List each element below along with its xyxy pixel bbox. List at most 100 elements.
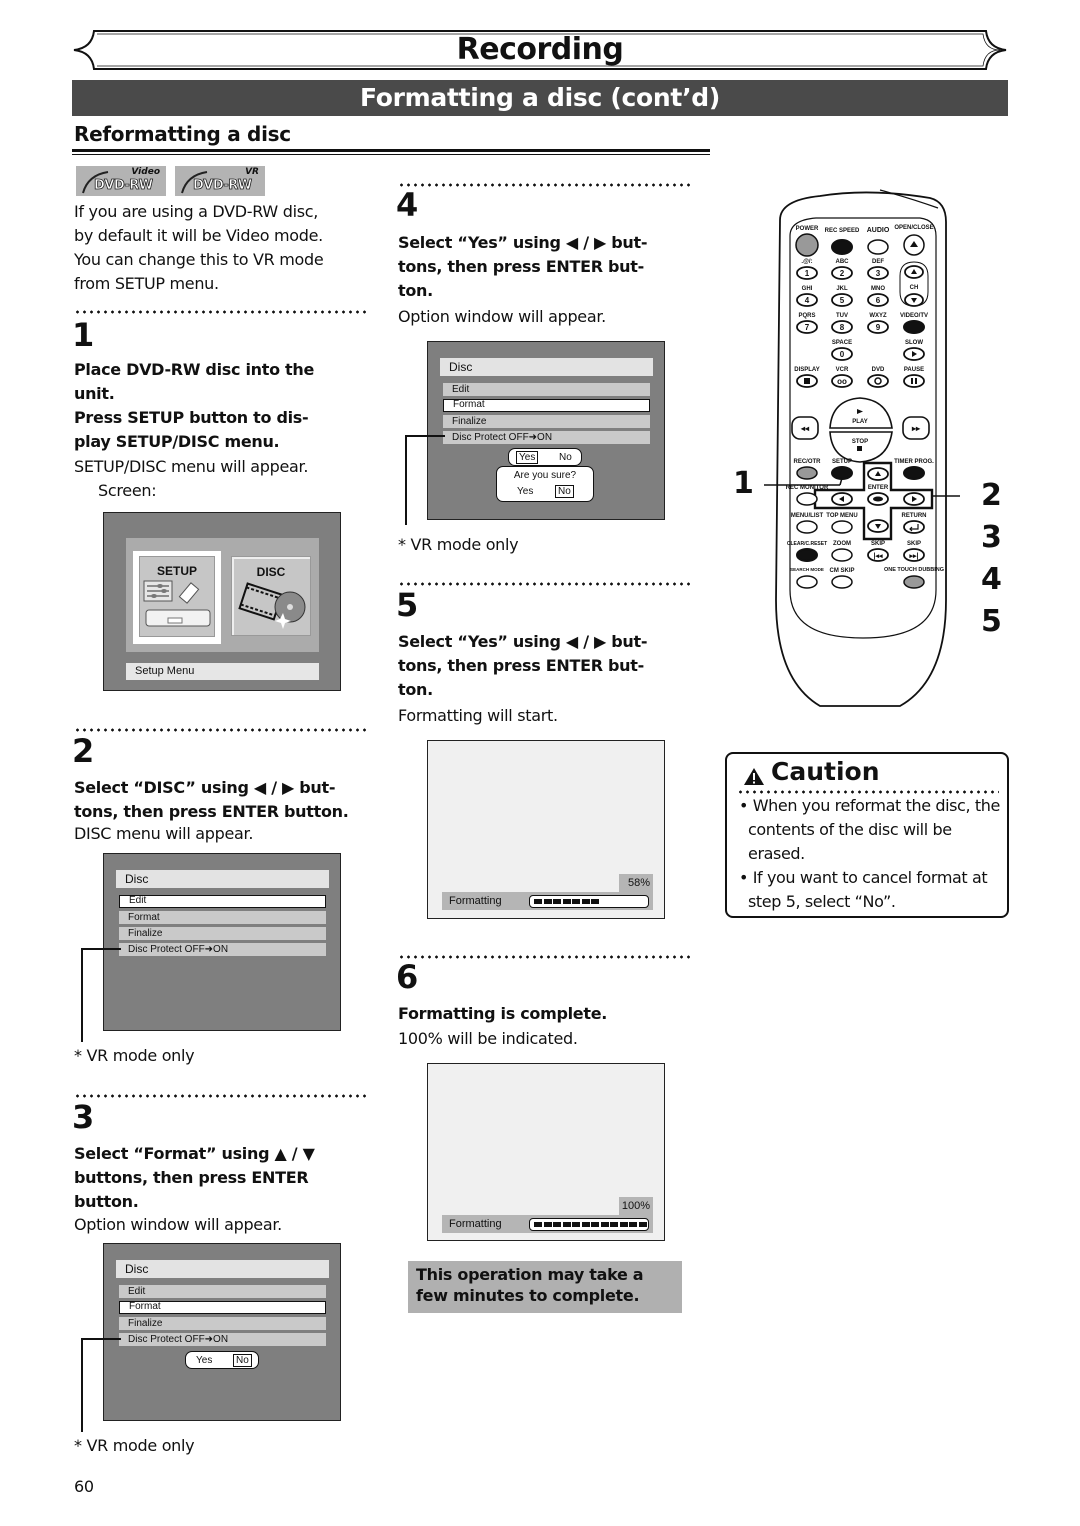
menu-item-finalize[interactable]: Finalize <box>119 1317 326 1330</box>
progress-segment <box>543 899 552 904</box>
menu-item-disc-protect[interactable]: Disc Protect OFF➜ON <box>119 1333 326 1346</box>
confirm-no-selected[interactable]: No <box>555 485 574 498</box>
menu-item-finalize[interactable]: Finalize <box>119 927 326 940</box>
progress-segment <box>572 1222 580 1227</box>
step-5-instructions: Select “Yes” using ◀ / ▶ but- tons, then… <box>398 632 648 699</box>
svg-text:5: 5 <box>840 296 845 305</box>
progress-percent: 100% <box>619 1197 653 1215</box>
dvd-button <box>867 374 889 388</box>
svg-text:MNO: MNO <box>871 286 885 292</box>
menu-item-finalize[interactable]: Finalize <box>443 415 650 428</box>
disc-menu-screen-step2: Disc Edit Format Finalize Disc Protect O… <box>103 853 341 1031</box>
search-mode-label: SEARCH MODE <box>790 567 824 572</box>
subheading: Reformatting a disc <box>74 122 291 146</box>
zoom-button <box>831 548 853 562</box>
audio-button <box>867 239 889 255</box>
step-3-footnote: * VR mode only <box>74 1436 195 1455</box>
progress-segment <box>610 1222 618 1227</box>
footnote-leader-line <box>81 948 83 1042</box>
confirm-dialog: Are you sure? Yes No <box>496 466 594 502</box>
chapter-banner: Recording <box>72 28 1008 72</box>
warning-triangle-icon <box>744 768 764 785</box>
svg-text:▸▸|: ▸▸| <box>909 553 919 560</box>
one-touch-dubbing-label: ONE TOUCH DUBBING <box>884 567 944 573</box>
top-menu-button <box>831 520 853 534</box>
disc-menu-screen-step3: Disc Edit Format Finalize Disc Protect O… <box>103 1243 341 1421</box>
svg-text:8: 8 <box>840 323 845 332</box>
step-6-number: 6 <box>396 958 419 996</box>
footnote-leader-line <box>405 435 407 525</box>
menu-item-format[interactable]: Format <box>119 911 326 924</box>
confirm-question: Are you sure? <box>513 470 577 481</box>
dvd-rw-video-logo: Video DVD-RW <box>76 166 166 196</box>
callout-2: 2 <box>981 478 1002 513</box>
power-label: POWER <box>796 226 819 232</box>
step-4-instructions: Select “Yes” using ◀ / ▶ but- tons, then… <box>398 233 648 300</box>
section-title: Formatting a disc (cont’d) <box>72 80 1008 116</box>
duration-note: This operation may take a few minutes to… <box>408 1261 682 1313</box>
cm-skip-button <box>831 575 853 589</box>
progress-track <box>529 1218 649 1231</box>
step-divider <box>398 582 694 586</box>
video-tv-label: VIDEO/TV <box>900 313 928 319</box>
setup-tile[interactable]: SETUP <box>139 556 215 637</box>
footnote-leader-line <box>81 1338 83 1432</box>
svg-text:GHI: GHI <box>802 286 813 292</box>
yes-no-option-window: Yes No <box>508 448 582 466</box>
audio-label: AUDIO <box>867 227 890 234</box>
power-button <box>795 233 819 257</box>
ch-label: CH <box>910 285 919 291</box>
step-divider <box>74 1094 370 1098</box>
disc-tile[interactable]: DISC <box>231 556 311 636</box>
svg-text:▸▸: ▸▸ <box>911 424 921 433</box>
menu-item-disc-protect[interactable]: Disc Protect OFF➜ON <box>119 943 326 956</box>
step-6-result: 100% will be indicated. <box>398 1029 578 1048</box>
progress-segment <box>581 1222 590 1227</box>
chapter-title: Recording <box>456 32 624 67</box>
search-mode-button <box>796 575 818 589</box>
status-bar: Setup Menu <box>126 663 319 680</box>
svg-text:9: 9 <box>876 323 881 332</box>
menu-item-edit[interactable]: Edit <box>119 1285 326 1298</box>
step-1-instructions: Place DVD-RW disc into the unit. Press S… <box>74 360 315 451</box>
progress-bar-panel: Formatting <box>442 1215 653 1233</box>
return-label: RETURN <box>902 513 927 519</box>
menu-item-format[interactable]: Format <box>119 1301 326 1314</box>
disc-menu-title: Disc <box>116 1260 329 1278</box>
progress-segment <box>553 1222 561 1227</box>
step-3-instructions: Select “Format” using ▲ / ▼ buttons, the… <box>74 1144 315 1211</box>
menu-item-format[interactable]: Format <box>443 399 650 412</box>
step-1-result: SETUP/DISC menu will appear. Screen: <box>74 457 309 500</box>
option-no-selected[interactable]: No <box>233 1354 252 1367</box>
step-2-instructions: Select “DISC” using ◀ / ▶ but- tons, the… <box>74 778 349 821</box>
svg-text:0: 0 <box>840 350 845 359</box>
step-2-result: DISC menu will appear. <box>74 824 254 843</box>
menu-item-disc-protect[interactable]: Disc Protect OFF➜ON <box>443 431 650 444</box>
caution-item: • When you reformat the disc, the conten… <box>739 796 1000 863</box>
option-yes-selected[interactable]: Yes <box>516 451 539 464</box>
svg-text:◂◂: ◂◂ <box>800 424 810 433</box>
intro-text: If you are using a DVD-RW disc, by defau… <box>74 202 324 293</box>
menu-item-edit[interactable]: Edit <box>443 383 650 396</box>
svg-text:WXYZ: WXYZ <box>869 313 887 319</box>
callout-5: 5 <box>981 604 1002 639</box>
footnote-leader-line <box>81 948 121 950</box>
progress-segment <box>629 1222 637 1227</box>
confirm-yes[interactable]: Yes <box>517 486 533 497</box>
progress-segment <box>534 899 542 904</box>
pause-label: PAUSE <box>904 367 924 373</box>
progress-segment <box>534 1222 542 1227</box>
step-4-number: 4 <box>396 186 419 224</box>
disc-menu-screen-step4: Disc Edit Format Finalize Disc Protect O… <box>427 341 665 520</box>
progress-segment <box>591 899 599 904</box>
progress-segment <box>581 899 590 904</box>
progress-segment <box>619 1222 628 1227</box>
option-yes[interactable]: Yes <box>196 1355 212 1366</box>
svg-text:7: 7 <box>805 323 810 332</box>
pause-button <box>903 374 925 388</box>
menu-item-edit[interactable]: Edit <box>119 895 326 908</box>
setup-label: SETUP <box>832 459 852 465</box>
svg-text:1: 1 <box>805 269 810 278</box>
vcr-label: VCR <box>836 367 849 373</box>
option-no[interactable]: No <box>559 452 572 463</box>
